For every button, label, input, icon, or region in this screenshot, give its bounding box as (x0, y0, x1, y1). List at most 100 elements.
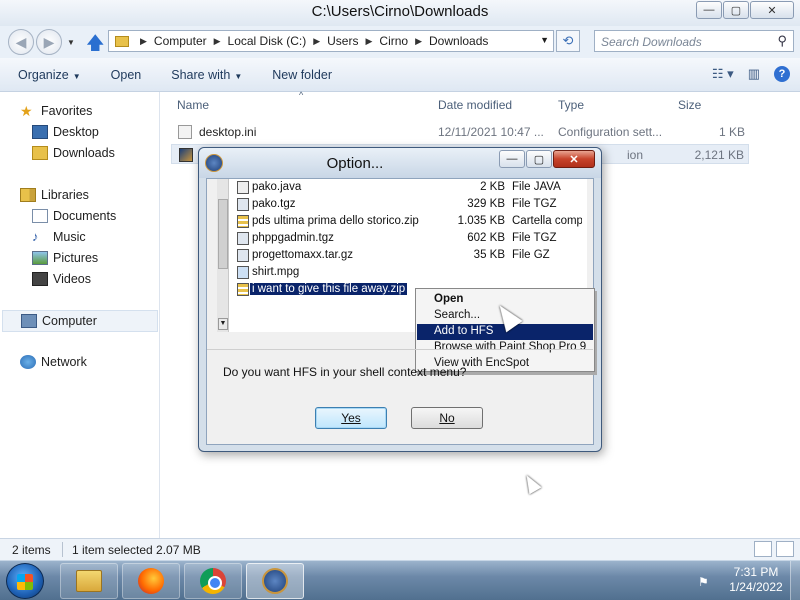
column-type-header[interactable]: Type (558, 98, 584, 112)
details-view-icon[interactable] (754, 541, 772, 557)
preview-pane-icon[interactable]: ▥ (748, 66, 760, 82)
status-divider (62, 542, 63, 557)
music-icon: ♪ (32, 229, 39, 244)
nav-videos[interactable]: Videos (32, 272, 91, 286)
column-date-header[interactable]: Date modified (438, 98, 512, 112)
dialog-maximize-button[interactable]: ▢ (526, 150, 552, 168)
screenshot-file-name: progettomaxx.tar.gz (252, 249, 353, 261)
screenshot-file-size: 329 KB (467, 198, 505, 210)
nav-pictures-label: Pictures (53, 251, 99, 265)
computer-icon (21, 314, 37, 328)
address-bar[interactable]: ▶ Computer ▶ Local Disk (C:) ▶ Users ▶ C… (108, 30, 554, 52)
organize-button[interactable]: Organize ▼ (0, 68, 93, 82)
address-dropdown-icon[interactable]: ▼ (540, 35, 549, 45)
screenshot-file-type: File GZ (512, 249, 550, 261)
tgz-file-icon (237, 198, 249, 211)
help-icon[interactable]: ? (774, 66, 790, 82)
chevron-right-icon: ▶ (365, 35, 373, 46)
videos-icon (32, 272, 48, 286)
screenshot-file-size: 1.035 KB (457, 215, 505, 227)
file-name: desktop.ini (199, 125, 257, 139)
no-button[interactable]: No (411, 407, 483, 429)
recent-pages-button[interactable]: ▼ (64, 29, 78, 55)
nav-favorites[interactable]: ★ Favorites (20, 104, 92, 118)
gz-file-icon (237, 249, 249, 262)
nav-downloads[interactable]: Downloads (32, 146, 115, 160)
screenshot-file-name: i want to give this file away.zip (250, 283, 408, 295)
tgz-file-icon (237, 232, 249, 245)
close-button[interactable]: ✕ (750, 1, 794, 19)
new-folder-button[interactable]: New folder (254, 68, 344, 82)
nav-music[interactable]: ♪ Music (32, 229, 86, 245)
maximize-button[interactable]: ▢ (723, 1, 749, 19)
forward-button[interactable]: ▶ (36, 29, 62, 55)
column-name-header[interactable]: Name (177, 98, 209, 112)
back-arrow-icon: ◀ (15, 33, 27, 50)
no-label: No (439, 411, 455, 425)
breadcrumb-local-disk[interactable]: Local Disk (C:) (228, 34, 307, 48)
clock[interactable]: 7:31 PM 1/24/2022 (718, 565, 794, 595)
libraries-icon (20, 188, 36, 202)
nav-computer[interactable]: Computer (2, 310, 158, 332)
scroll-down-icon: ▼ (218, 318, 228, 330)
search-icon[interactable]: ⚲ (777, 33, 787, 49)
nav-documents[interactable]: Documents (32, 209, 116, 223)
open-button[interactable]: Open (93, 68, 154, 82)
explorer-titlebar: C:\Users\Cirno\Downloads — ▢ ✕ (0, 0, 800, 26)
folder-icon (76, 570, 102, 592)
file-type: Configuration sett... (558, 125, 663, 139)
taskbar-explorer[interactable] (60, 563, 118, 599)
hfs-icon (262, 568, 288, 594)
screenshot-file-size: 2 KB (480, 181, 505, 193)
nav-network[interactable]: Network (20, 355, 87, 369)
nav-desktop-label: Desktop (53, 125, 99, 139)
column-size-header[interactable]: Size (678, 98, 701, 112)
nav-desktop[interactable]: Desktop (32, 125, 99, 139)
screenshot-file-type: File TGZ (512, 232, 557, 244)
up-folder-icon[interactable]: 🡅 (86, 31, 105, 61)
dialog-minimize-button[interactable]: — (499, 150, 525, 168)
breadcrumb: ▶ Computer ▶ Local Disk (C:) ▶ Users ▶ C… (133, 34, 488, 48)
breadcrumb-cirno[interactable]: Cirno (379, 34, 408, 48)
search-input[interactable]: Search Downloads ⚲ (594, 30, 794, 52)
firefox-icon (138, 568, 164, 594)
dialog-titlebar[interactable]: Option... — ▢ ✕ (199, 148, 601, 178)
dialog-divider (207, 349, 593, 350)
minimize-button[interactable]: — (696, 1, 722, 19)
screenshot-file-row: shirt.mpg (237, 264, 587, 281)
screenshot-file-name: pds ultima prima dello storico.zip (252, 215, 419, 227)
screenshot-file-type: File TGZ (512, 198, 557, 210)
taskbar-firefox[interactable] (122, 563, 180, 599)
taskbar-chrome[interactable] (184, 563, 242, 599)
nav-favorites-label: Favorites (41, 104, 93, 118)
screenshot-file-size: 35 KB (473, 249, 505, 261)
back-button[interactable]: ◀ (8, 29, 34, 55)
dialog-close-button[interactable]: ✕ (553, 150, 595, 168)
action-center-flag-icon[interactable]: ⚑ (698, 575, 709, 589)
search-placeholder: Search Downloads (601, 35, 702, 49)
file-type: ion (627, 148, 644, 162)
nav-documents-label: Documents (53, 209, 117, 223)
share-with-button[interactable]: Share with ▼ (153, 68, 254, 82)
screenshot-file-name: pako.tgz (252, 198, 296, 210)
breadcrumb-downloads[interactable]: Downloads (429, 34, 488, 48)
show-desktop-button[interactable] (790, 561, 800, 600)
taskbar: ⚑ 7:31 PM 1/24/2022 (0, 560, 800, 600)
file-row[interactable]: desktop.ini 12/11/2021 10:47 ... Configu… (171, 122, 749, 142)
view-options-icon[interactable]: ☷ ▾ (712, 66, 734, 82)
breadcrumb-users[interactable]: Users (327, 34, 358, 48)
new-folder-label: New folder (272, 67, 332, 82)
refresh-icon[interactable]: ⟲ (556, 30, 580, 52)
nav-pictures[interactable]: Pictures (32, 251, 98, 265)
network-icon (20, 355, 36, 369)
taskbar-hfs[interactable] (246, 563, 304, 599)
breadcrumb-computer[interactable]: Computer (154, 34, 207, 48)
yes-button[interactable]: Yes (315, 407, 387, 429)
dialog-title: Option... (326, 155, 384, 172)
file-size: 2,121 KB (694, 148, 744, 162)
chevron-down-icon: ▼ (72, 71, 81, 81)
organize-label: Organize (18, 67, 69, 82)
large-icons-view-icon[interactable] (776, 541, 794, 557)
nav-libraries[interactable]: Libraries (20, 188, 89, 202)
start-button[interactable] (6, 563, 44, 599)
